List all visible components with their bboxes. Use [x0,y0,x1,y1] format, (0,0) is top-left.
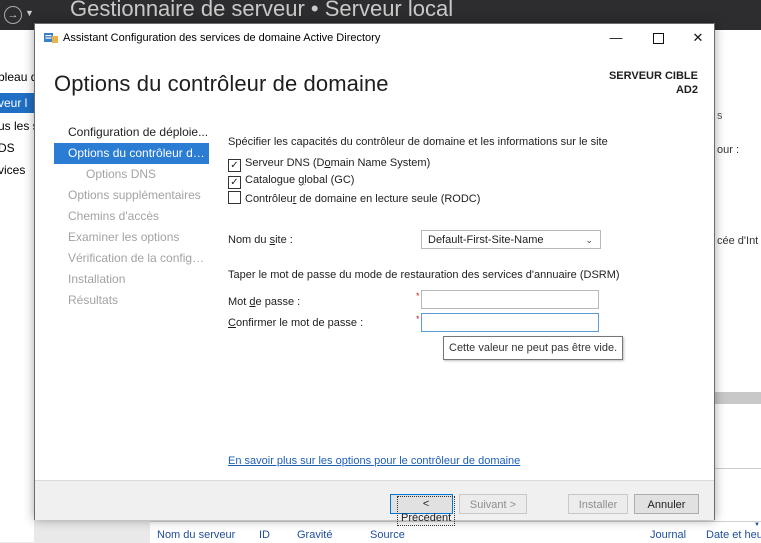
column-date-time[interactable]: Date et heu [706,529,761,541]
step-prerequisites-check: Vérification de la configur... [68,251,209,265]
step-deployment-configuration[interactable]: Configuration de déploie... [54,122,209,143]
target-server-label: SERVEUR CIBLE [608,70,698,82]
label-text: Nom du [228,234,270,246]
tooltip-text: Cette valeur ne peut pas être vide. [449,342,618,354]
server-manager-sidebar: bleau d veur l us les s DS vices [0,30,34,542]
nav-dashboard[interactable]: bleau d [0,67,34,87]
ad-ds-configuration-wizard: Assistant Configuration des services de … [34,23,715,526]
maximize-button[interactable] [638,24,678,52]
server-manager-title: Gestionnaire de serveur • Serveur local [70,0,454,21]
maximize-icon [652,33,664,45]
nav-file-services[interactable]: vices [0,160,34,180]
cancel-button[interactable]: Annuler [634,494,699,514]
confirm-password-label: Confirmer le mot de passe : [228,317,363,329]
previous-button-label: < Précédent [397,496,456,526]
label-text: ite : [275,234,293,246]
label-text: Mot [228,296,250,308]
dropdown-arrow-icon[interactable]: ▼ [25,8,34,18]
site-name-label: Nom du site : [228,234,293,246]
column-server-name[interactable]: Nom du serveur [157,529,235,541]
page-title: Options du contrôleur de domaine [54,71,389,96]
checkbox-unchecked-icon[interactable] [228,191,241,204]
capabilities-heading: Spécifier les capacités du contrôleur de… [228,136,608,148]
learn-more-link[interactable]: En savoir plus sur les options pour le c… [228,455,520,467]
site-name-value: Default-First-Site-Name [428,234,544,246]
confirm-password-field[interactable] [421,313,599,332]
properties-fragment: s [717,110,723,122]
checkbox-label: Catalogue [245,174,299,186]
column-log[interactable]: Journal [650,529,686,541]
label-text: onfirmer le mot de passe : [235,317,364,329]
events-table-header: Nom du serveur ID Gravité Source Journal… [150,521,761,543]
horizontal-scrollbar[interactable] [715,392,761,404]
checkbox-label: de domaine en lecture seule (RODC) [296,193,481,205]
dsrm-heading: Taper le mot de passe du mode de restaur… [228,269,620,281]
server-manager-properties: s our : cée d'Int [715,30,761,542]
label-text: C [228,317,236,329]
checkbox-label: Contrôleu [245,193,293,205]
validation-tooltip: Cette valeur ne peut pas être vide. [443,336,624,360]
properties-fragment: our : [717,144,740,156]
back-arrow-icon[interactable]: → [4,6,22,24]
step-results: Résultats [68,293,119,307]
required-indicator: * [416,291,420,301]
column-severity[interactable]: Gravité [297,529,332,541]
properties-fragment: cée d'Int [717,235,759,247]
next-button[interactable]: Suivant > [459,494,527,514]
install-button[interactable]: Installer [568,494,628,514]
chevron-down-icon: ⌄ [585,235,593,245]
dns-server-checkbox[interactable]: ✓ Serveur DNS (Domain Name System) [228,157,430,173]
step-review-options: Examiner les options [68,230,180,244]
required-indicator: * [416,314,420,324]
nav-ad-ds[interactable]: DS [0,138,34,158]
step-dns-options: Options DNS [86,167,157,181]
wizard-footer: < Précédent Suivant > Installer Annuler [35,480,714,526]
nav-all-servers[interactable]: us les s [0,116,34,136]
global-catalog-checkbox[interactable]: ✓ Catalogue global (GC) [228,174,354,190]
password-label: Mot de passe : [228,296,300,308]
sort-arrow-icon: ▼ [754,522,760,528]
nav-local-server[interactable]: veur l [0,93,34,113]
checkbox-checked-icon[interactable]: ✓ [228,176,241,189]
previous-button[interactable]: < Précédent [390,494,456,526]
site-name-dropdown[interactable]: Default-First-Site-Name ⌄ [421,230,601,249]
dialog-title: Assistant Configuration des services de … [63,32,381,44]
rodc-checkbox[interactable]: Contrôleur de domaine en lecture seule (… [228,191,480,207]
checkbox-label: lobal (GC) [304,174,355,186]
step-additional-options: Options supplémentaires [68,188,201,202]
close-button[interactable]: ✕ [678,24,718,52]
checkbox-label: Serveur DNS (D [245,157,325,169]
column-source[interactable]: Source [370,529,405,541]
label-text: e passe : [255,296,301,308]
minimize-button[interactable]: — [596,24,636,52]
checkbox-label: main Name System) [330,157,431,169]
column-id[interactable]: ID [259,529,270,541]
divider [715,468,761,469]
server-manager-app-icon [44,33,58,43]
step-dc-options[interactable]: Options du contrôleur de... [54,143,209,164]
step-paths: Chemins d'accès [68,209,159,223]
step-installation: Installation [68,272,126,286]
target-server-name: AD2 [675,84,698,96]
dialog-titlebar: Assistant Configuration des services de … [35,24,714,52]
password-field[interactable] [421,290,599,309]
step-label: Options du contrôleur de... [68,146,209,160]
checkbox-checked-icon[interactable]: ✓ [228,159,241,172]
